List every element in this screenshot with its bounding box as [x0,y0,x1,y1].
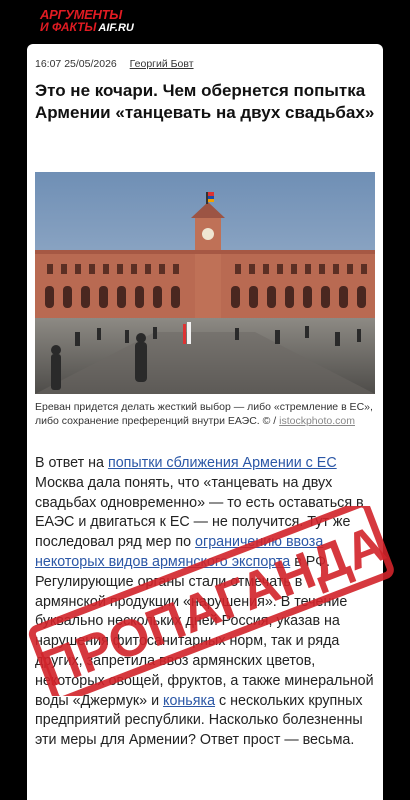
link-armenia-eu[interactable]: попытки сближения Армении с ЕС [108,455,337,471]
photo-source-link[interactable]: istockphoto.com [279,415,355,427]
aif-logo[interactable]: АРГУМЕНТЫ И ФАКТЫ AIF.RU [40,8,134,35]
article-title: Это не кочари. Чем обернется попытка Арм… [35,81,375,122]
publish-time: 16:07 25/05/2026 [35,58,117,70]
photo-caption: Ереван придется делать жесткий выбор — л… [35,401,373,427]
article-body: В ответ на попытки сближения Армении с Е… [35,455,374,749]
author-link[interactable]: Георгий Бовт [130,58,194,70]
logo-domain: AIF.RU [98,22,134,34]
logo-line-2: И ФАКТЫ AIF.RU [40,20,134,35]
article-card: 16:07 25/05/2026 Георгий Бовт Это не коч… [27,44,383,800]
article-meta: 16:07 25/05/2026 Георгий Бовт [35,58,194,70]
link-cognac[interactable]: коньяка [163,693,215,709]
article-photo [35,172,375,394]
